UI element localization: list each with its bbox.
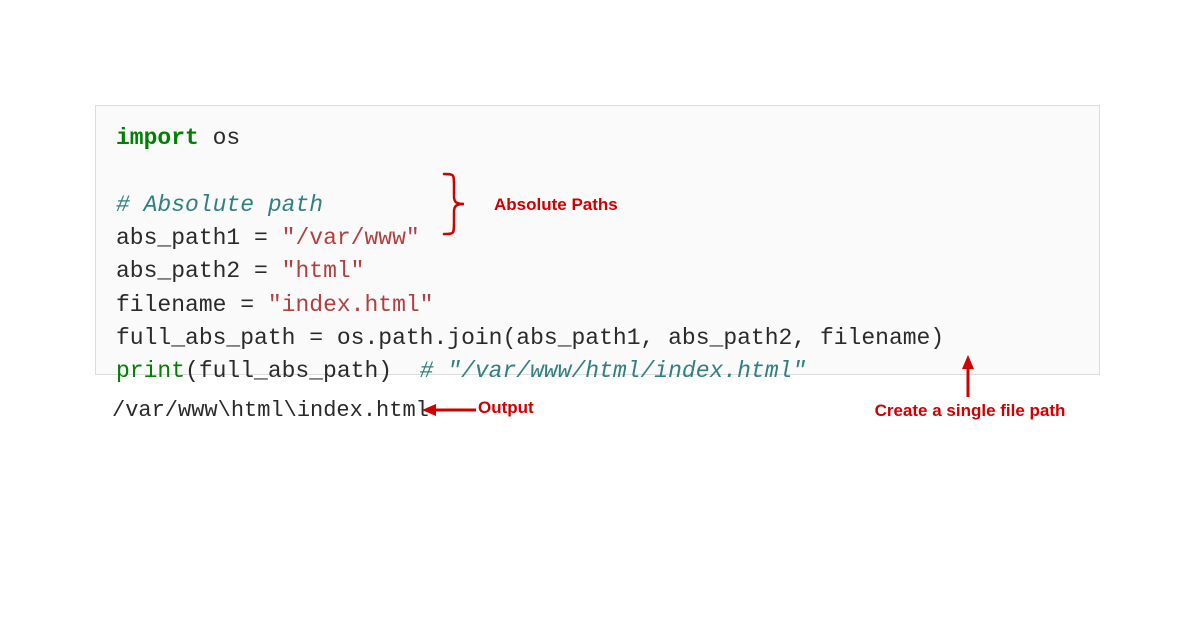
code-line-2 [116, 155, 1079, 188]
code-line-8: print(full_abs_path) # "/var/www/html/in… [116, 355, 1079, 388]
code-line-4: abs_path1 = "/var/www" [116, 222, 1079, 255]
output-text: /var/www\html\index.html [112, 398, 429, 423]
keyword-import: import [116, 125, 199, 151]
variable-name: filename [116, 292, 240, 318]
code-line-1: import os [116, 122, 1079, 155]
expression: os.path.join(abs_path1, abs_path2, filen… [337, 325, 944, 351]
operator-equals: = [254, 225, 268, 251]
arrow-up-icon [958, 355, 978, 399]
variable-name: abs_path2 [116, 258, 254, 284]
module-name: os [199, 125, 240, 151]
operator-equals: = [309, 325, 323, 351]
comment-text: # Absolute path [116, 192, 323, 218]
arrow-left-icon [422, 400, 478, 420]
call-args: (full_abs_path) [185, 358, 420, 384]
comment-text: # "/var/www/html/index.html" [420, 358, 806, 384]
variable-name: full_abs_path [116, 325, 309, 351]
operator-equals: = [254, 258, 268, 284]
operator-equals: = [240, 292, 254, 318]
variable-name: abs_path1 [116, 225, 254, 251]
annotation-absolute-paths: Absolute Paths [494, 195, 618, 215]
code-line-5: abs_path2 = "html" [116, 255, 1079, 288]
code-block: import os # Absolute path abs_path1 = "/… [95, 105, 1100, 375]
code-line-6: filename = "index.html" [116, 289, 1079, 322]
annotation-output: Output [478, 398, 534, 418]
function-print: print [116, 358, 185, 384]
string-literal: "html" [282, 258, 365, 284]
string-literal: "index.html" [268, 292, 434, 318]
annotation-single-file-path: Create a single file path [870, 400, 1070, 422]
string-literal: "/var/www" [282, 225, 420, 251]
code-line-7: full_abs_path = os.path.join(abs_path1, … [116, 322, 1079, 355]
